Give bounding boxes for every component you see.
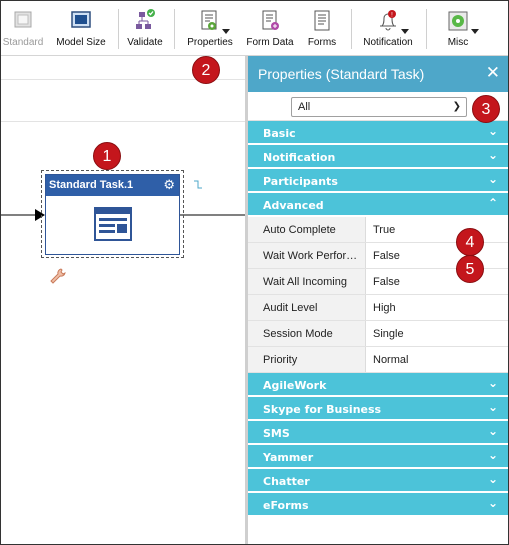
section-label: Advanced bbox=[263, 199, 324, 212]
property-key: Session Mode bbox=[248, 321, 366, 346]
filter-value: All bbox=[298, 101, 311, 113]
standard-label: Standard bbox=[2, 37, 44, 48]
close-icon[interactable]: ✕ bbox=[486, 63, 500, 83]
property-value[interactable]: Single bbox=[366, 321, 508, 346]
property-value[interactable]: High bbox=[366, 295, 508, 320]
section-basic[interactable]: Basic ⌄ bbox=[248, 121, 508, 145]
gear-icon[interactable]: ⚙ bbox=[163, 178, 175, 191]
section-notification[interactable]: Notification ⌄ bbox=[248, 145, 508, 169]
model-size-button[interactable]: Model Size bbox=[53, 9, 109, 51]
section-label: Yammer bbox=[263, 451, 314, 464]
chevron-down-icon: ❯ bbox=[452, 101, 461, 112]
properties-panel: Properties (Standard Task) ✕ All ❯ Basic… bbox=[248, 56, 508, 544]
section-sms[interactable]: SMS ⌄ bbox=[248, 421, 508, 445]
notification-label: Notification bbox=[363, 37, 413, 48]
chevron-down-icon: ⌄ bbox=[487, 496, 498, 510]
wrench-icon[interactable] bbox=[49, 267, 67, 285]
section-label: eForms bbox=[263, 499, 309, 512]
property-key: Priority bbox=[248, 347, 366, 372]
model-size-icon bbox=[53, 9, 109, 33]
notification-button[interactable]: ! Notification bbox=[359, 9, 417, 51]
property-value[interactable]: False bbox=[366, 243, 508, 268]
section-label: AgileWork bbox=[263, 379, 327, 392]
property-filter-select[interactable]: All ❯ bbox=[291, 97, 467, 117]
section-advanced[interactable]: Advanced ⌃ bbox=[248, 193, 508, 217]
properties-button[interactable]: Properties bbox=[183, 9, 237, 51]
task-title: Standard Task.1 bbox=[49, 179, 134, 191]
callout-badge: 2 bbox=[192, 56, 220, 84]
chevron-down-icon: ⌄ bbox=[487, 472, 498, 486]
toolbar-divider bbox=[351, 9, 352, 49]
misc-label: Misc bbox=[447, 37, 469, 48]
toolbar-divider bbox=[426, 9, 427, 49]
callout-badge: 4 bbox=[456, 228, 484, 256]
misc-dropdown-caret-icon bbox=[471, 29, 479, 34]
section-label: SMS bbox=[263, 427, 290, 440]
panel-title: Properties (Standard Task) bbox=[258, 66, 425, 82]
section-participants[interactable]: Participants ⌄ bbox=[248, 169, 508, 193]
form-data-label: Form Data bbox=[246, 37, 294, 48]
filter-row: All ❯ bbox=[248, 92, 508, 121]
properties-label: Properties bbox=[187, 37, 233, 48]
task-form-icon bbox=[94, 207, 132, 241]
validate-label: Validate bbox=[127, 37, 163, 48]
callout-badge: 5 bbox=[456, 255, 484, 283]
property-key: Auto Complete bbox=[248, 217, 366, 242]
chevron-down-icon: ⌄ bbox=[487, 124, 498, 138]
workflow-canvas[interactable] bbox=[1, 56, 245, 544]
notification-dropdown-caret-icon bbox=[401, 29, 409, 34]
chevron-down-icon: ⌄ bbox=[487, 376, 498, 390]
app-window: Standard Model Size Validate Properties bbox=[0, 0, 509, 545]
property-row[interactable]: Session Mode Single bbox=[248, 321, 508, 347]
section-label: Skype for Business bbox=[263, 403, 382, 416]
chevron-up-icon: ⌃ bbox=[487, 196, 498, 210]
form-data-button[interactable]: Form Data bbox=[244, 9, 296, 51]
property-key: Audit Level bbox=[248, 295, 366, 320]
standard-button[interactable]: Standard bbox=[1, 9, 45, 51]
toolbar-divider bbox=[174, 9, 175, 49]
chevron-down-icon: ⌄ bbox=[487, 424, 498, 438]
property-row[interactable]: Audit Level High bbox=[248, 295, 508, 321]
section-yammer[interactable]: Yammer ⌄ bbox=[248, 445, 508, 469]
section-agilework[interactable]: AgileWork ⌄ bbox=[248, 373, 508, 397]
section-skype-for-business[interactable]: Skype for Business ⌄ bbox=[248, 397, 508, 421]
validate-icon bbox=[125, 9, 165, 33]
toolbar-divider bbox=[118, 9, 119, 49]
callout-badge: 1 bbox=[93, 142, 121, 170]
property-key: Wait All Incoming bbox=[248, 269, 366, 294]
property-value[interactable]: True bbox=[366, 217, 508, 242]
section-label: Participants bbox=[263, 175, 338, 188]
forms-button[interactable]: Forms bbox=[303, 9, 341, 51]
property-value[interactable]: Normal bbox=[366, 347, 508, 372]
forms-icon bbox=[303, 9, 341, 33]
standard-task-node[interactable]: Standard Task.1 ⚙ bbox=[45, 174, 180, 255]
standard-layout-icon bbox=[1, 9, 45, 33]
misc-button[interactable]: Misc bbox=[437, 9, 479, 51]
section-eforms[interactable]: eForms ⌄ bbox=[248, 493, 508, 517]
property-row[interactable]: Priority Normal bbox=[248, 347, 508, 373]
section-chatter[interactable]: Chatter ⌄ bbox=[248, 469, 508, 493]
callout-badge: 3 bbox=[472, 95, 500, 123]
chevron-down-icon: ⌄ bbox=[487, 148, 498, 162]
panel-header: Properties (Standard Task) ✕ bbox=[248, 56, 508, 92]
connector-handle-icon[interactable] bbox=[191, 178, 205, 192]
chevron-down-icon: ⌄ bbox=[487, 448, 498, 462]
task-header: Standard Task.1 ⚙ bbox=[46, 175, 179, 196]
chevron-down-icon: ⌄ bbox=[487, 400, 498, 414]
connector-lines bbox=[1, 209, 245, 221]
validate-button[interactable]: Validate bbox=[125, 9, 165, 51]
section-list: Basic ⌄ Notification ⌄ Participants ⌄ Advan… bbox=[248, 121, 508, 517]
section-label: Notification bbox=[263, 151, 336, 164]
property-value[interactable]: False bbox=[366, 269, 508, 294]
section-label: Chatter bbox=[263, 475, 310, 488]
chevron-down-icon: ⌄ bbox=[487, 172, 498, 186]
forms-label: Forms bbox=[307, 37, 337, 48]
property-key: Wait Work Perfor… bbox=[248, 243, 366, 268]
toolbar: Standard Model Size Validate Properties bbox=[1, 1, 508, 56]
model-size-label: Model Size bbox=[56, 37, 106, 48]
section-label: Basic bbox=[263, 127, 296, 140]
form-data-icon bbox=[244, 9, 296, 33]
properties-dropdown-caret-icon bbox=[222, 29, 230, 34]
